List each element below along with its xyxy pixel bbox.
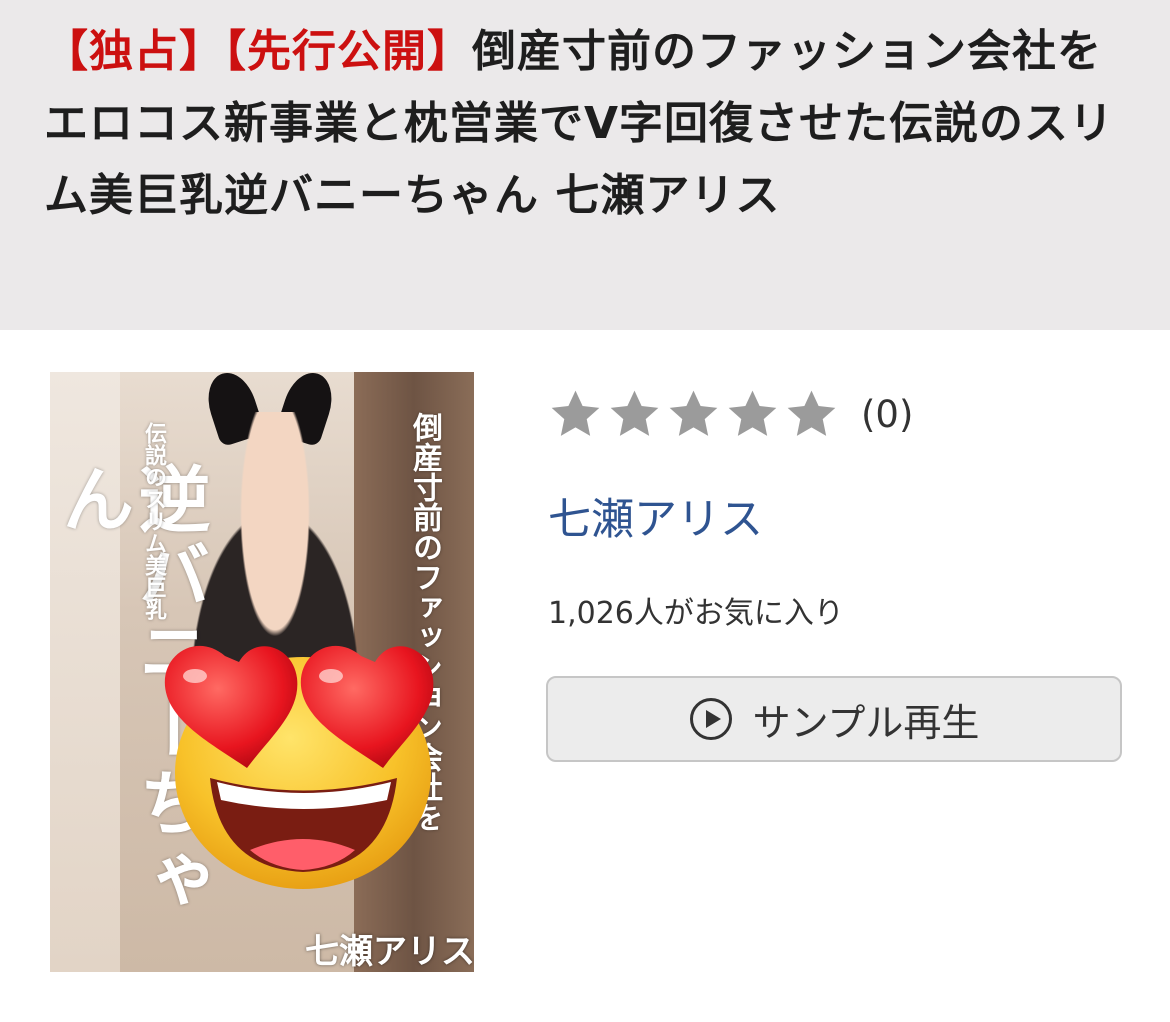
star-rating xyxy=(548,387,839,442)
star-icon xyxy=(669,390,718,436)
title-band: 【独占】【先行公開】倒産寸前のファッション会社をエロコス新事業と枕営業でV字回復… xyxy=(0,0,1170,330)
tag-preview: 【先行公開】 xyxy=(224,26,472,77)
sample-play-label: サンプル再生 xyxy=(752,700,980,745)
rating-count: (0) xyxy=(861,392,914,436)
cover-sub-title: 伝説のスリム美巨乳 xyxy=(141,422,167,620)
rating-row: (0) xyxy=(548,384,913,444)
favorites-count: 1,026人がお気に入り xyxy=(548,596,844,631)
actress-link[interactable]: 七瀬アリス xyxy=(548,485,763,547)
heart-eyes-emoji xyxy=(164,645,434,889)
tag-exclusive: 【独占】 xyxy=(44,26,224,77)
product-title: 【独占】【先行公開】倒産寸前のファッション会社をエロコス新事業と枕営業でV字回復… xyxy=(44,16,1130,232)
star-icon xyxy=(551,390,600,436)
star-icon xyxy=(728,390,777,436)
cover-actress-name: 七瀬アリス xyxy=(305,932,474,972)
sample-play-button[interactable]: サンプル再生 xyxy=(546,676,1122,762)
play-circle-icon xyxy=(689,698,732,740)
star-icon xyxy=(610,390,659,436)
star-icon xyxy=(787,390,836,436)
